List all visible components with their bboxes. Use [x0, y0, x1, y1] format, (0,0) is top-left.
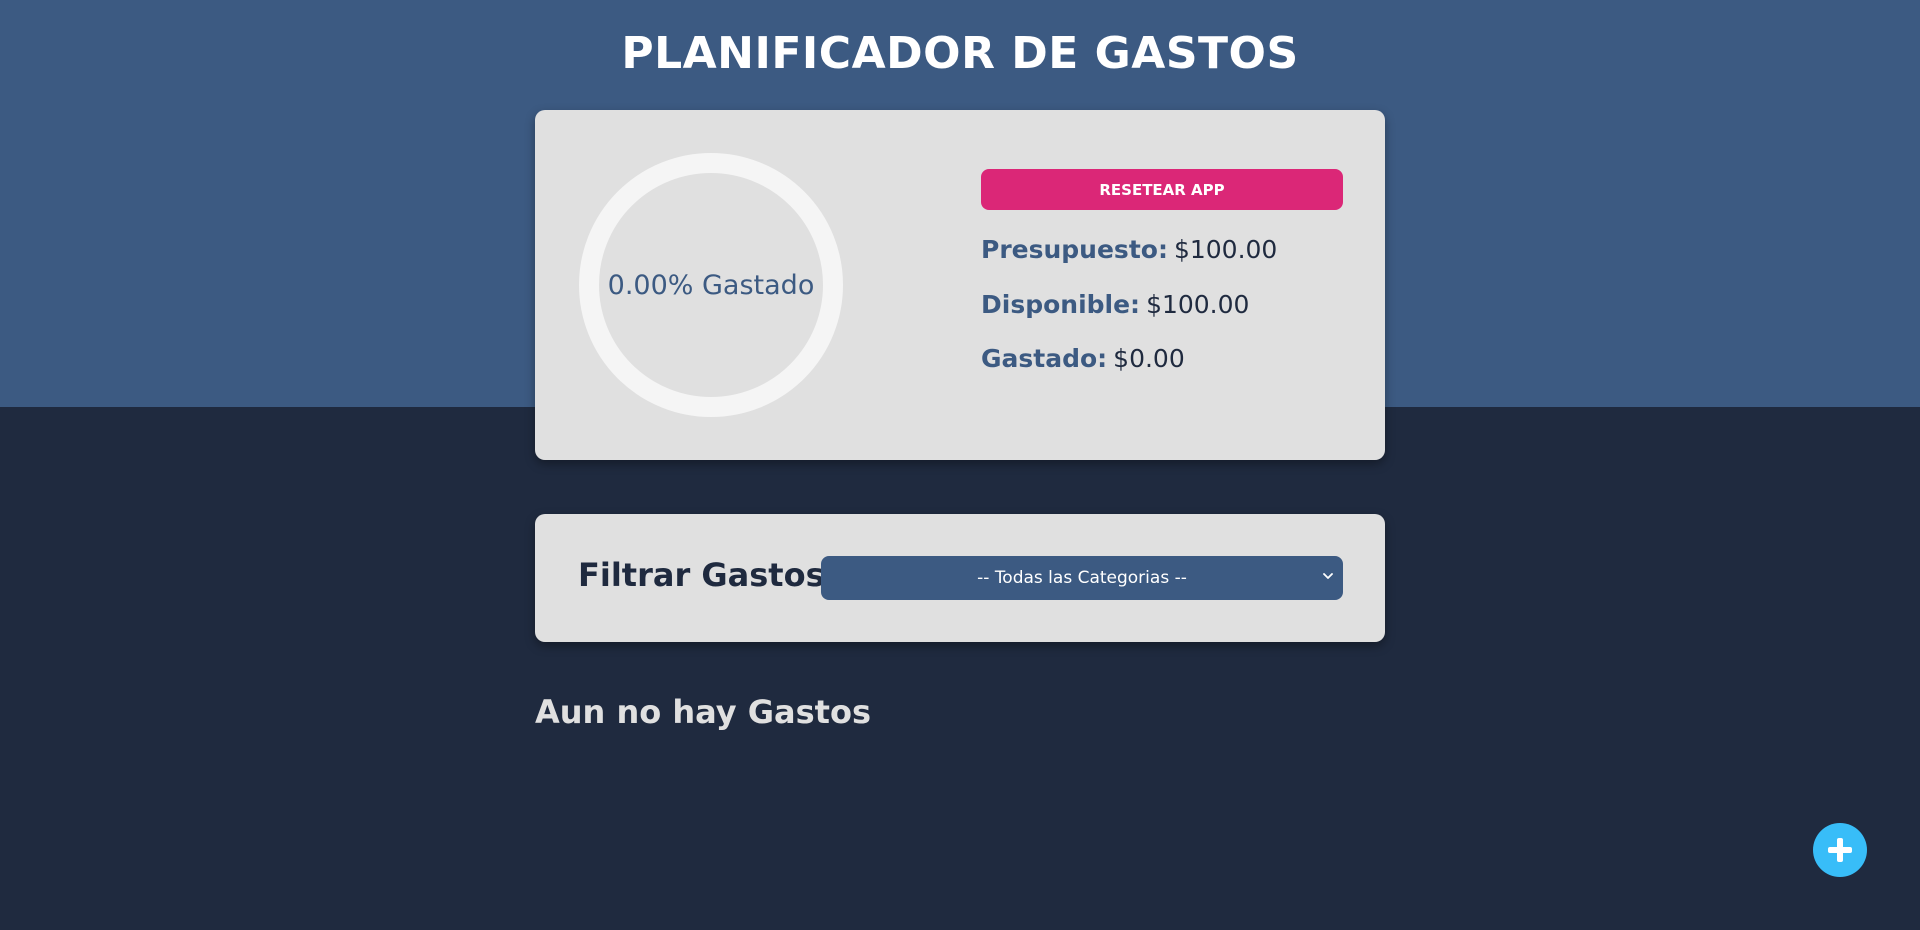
- budget-card: 0.00% Gastado RESETEAR APP Presupuesto: $…: [535, 110, 1385, 460]
- available-stat: Disponible: $100.00: [981, 290, 1249, 319]
- budget-value: $100.00: [1173, 235, 1278, 264]
- reset-app-button[interactable]: RESETEAR APP: [981, 169, 1343, 210]
- plus-icon: [1828, 838, 1852, 862]
- empty-expenses-message: Aun no hay Gastos: [535, 693, 871, 731]
- spent-value: $0.00: [1113, 344, 1185, 373]
- spent-label: Gastado:: [981, 344, 1108, 373]
- category-filter-select[interactable]: -- Todas las Categorias --: [821, 556, 1343, 600]
- filter-card: Filtrar Gastos -- Todas las Categorias -…: [535, 514, 1385, 642]
- filter-label: Filtrar Gastos: [578, 556, 825, 594]
- spent-stat: Gastado: $0.00: [981, 344, 1185, 373]
- available-label: Disponible:: [981, 290, 1141, 319]
- progress-percent-label: 0.00% Gastado: [607, 269, 815, 301]
- category-filter-selected: -- Todas las Categorias --: [977, 568, 1187, 588]
- available-value: $100.00: [1146, 290, 1250, 319]
- budget-label: Presupuesto:: [981, 235, 1168, 264]
- chevron-down-icon: [1323, 573, 1333, 579]
- page-title: PLANIFICADOR DE GASTOS: [621, 28, 1299, 79]
- budget-progress-circle: 0.00% Gastado: [578, 152, 844, 418]
- budget-stat: Presupuesto: $100.00: [981, 235, 1277, 264]
- add-expense-button[interactable]: [1813, 823, 1867, 877]
